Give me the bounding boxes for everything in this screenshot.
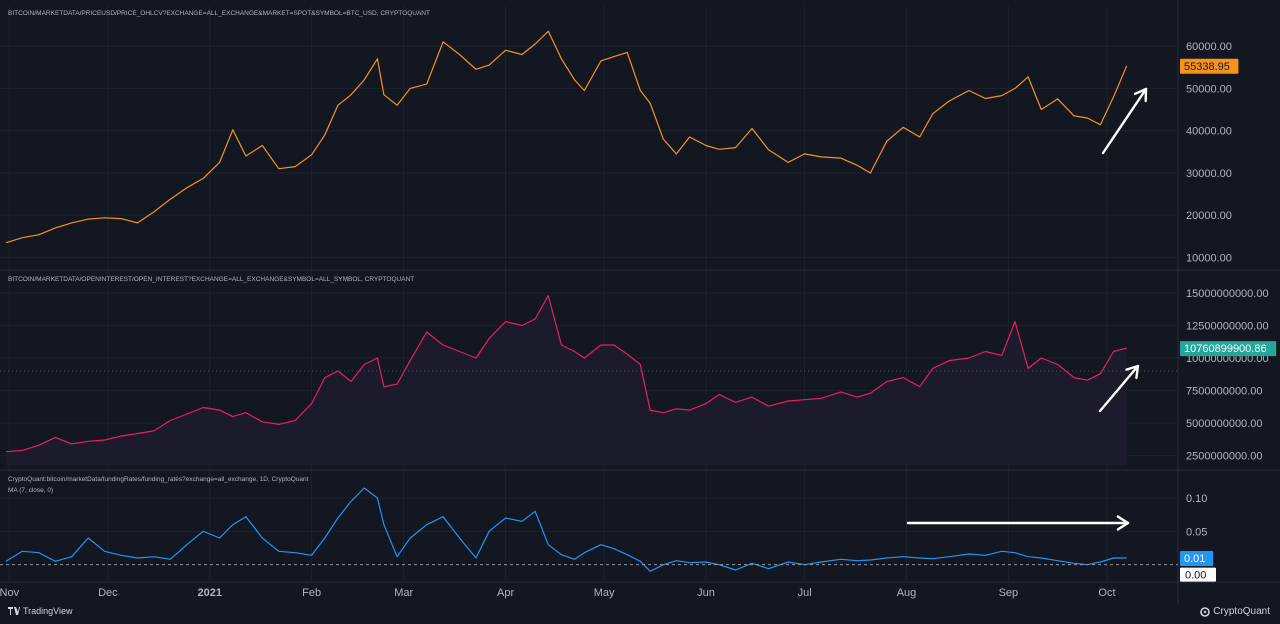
x-tick-may: May <box>594 587 615 599</box>
funding-zero-label: 0.00 <box>1185 570 1206 582</box>
pane-2-ytick-1: 0.05 <box>1186 526 1207 538</box>
pane-1-ytick-0: 15000000000.00 <box>1186 288 1269 300</box>
pane-1-ytick-3: 7500000000.00 <box>1186 386 1262 398</box>
pane-2: 0.10 0.05 CryptoQuant:bitcoin/marketData/f… <box>0 476 1216 582</box>
arrow-funding-flat <box>906 515 1130 531</box>
pane-1-ytick-5: 2500000000.00 <box>1186 451 1262 463</box>
arrow-price-up-shaft <box>1101 87 1148 155</box>
x-tick-mar: Mar <box>394 587 413 599</box>
pane-0-last-value-label: 55338.95 <box>1184 61 1230 73</box>
pane-0-title: BITCOIN/MARKETDATA/PRICEUSD/PRICE_OHLCV?… <box>8 10 430 17</box>
x-tick-jun: Jun <box>697 587 715 599</box>
x-tick-jul: Jul <box>798 587 812 599</box>
tradingview-logo[interactable]: TradingView <box>8 606 73 616</box>
x-tick-sep: Sep <box>999 587 1019 599</box>
pane-0-series-line <box>5 30 1128 244</box>
arrow-price-up <box>1101 87 1148 155</box>
pane-1-title: BITCOIN/MARKETDATA/OPENINTEREST/OPEN_INT… <box>8 276 414 283</box>
tradingview-icon <box>8 607 20 615</box>
x-tick-dec: Dec <box>98 587 118 599</box>
pane-1-last-value-label: 10760899900.86 <box>1184 343 1267 355</box>
tradingview-label: TradingView <box>23 606 73 616</box>
cryptoquant-label: CryptoQuant <box>1213 606 1270 617</box>
x-tick-2021: 2021 <box>198 587 222 599</box>
x-tick-feb: Feb <box>302 587 321 599</box>
x-tick-oct: Oct <box>1098 587 1115 599</box>
cryptoquant-logo[interactable]: CryptoQuant <box>1200 606 1270 617</box>
pane-0-ytick-4: 20000.00 <box>1186 210 1232 222</box>
pane-1-ytick-4: 5000000000.00 <box>1186 418 1262 430</box>
pane-2-title: CryptoQuant:bitcoin/marketData/fundingRa… <box>8 476 309 483</box>
x-tick-nov: Nov <box>0 587 20 599</box>
pane-2-ytick-0: 0.10 <box>1186 493 1207 505</box>
pane-0-ytick-1: 50000.00 <box>1186 83 1232 95</box>
pane-1-area-fill <box>6 295 1127 466</box>
x-tick-aug: Aug <box>897 587 917 599</box>
pane-2-subtitle: MA (7, close, 0) <box>8 487 53 494</box>
pane-2-last-value-label: 0.01 <box>1184 553 1205 565</box>
pane-0: 60000.00 50000.00 40000.00 30000.00 20000.00… <box>0 10 1239 265</box>
pane-0-ytick-3: 30000.00 <box>1186 168 1232 180</box>
pane-0-ytick-5: 10000.00 <box>1186 253 1232 265</box>
x-tick-apr: Apr <box>497 587 514 599</box>
pane-2-series-line <box>5 487 1127 572</box>
x-axis: Nov Dec 2021 Feb Mar Apr May Jun Jul Aug Sep Oct <box>0 587 1116 599</box>
pane-0-ytick-2: 40000.00 <box>1186 126 1232 138</box>
pane-0-ytick-0: 60000.00 <box>1186 41 1232 53</box>
cryptoquant-icon <box>1200 606 1211 617</box>
chart-canvas: 60000.00 50000.00 40000.00 30000.00 20000.00… <box>0 0 1280 604</box>
pane-1: 15000000000.0012500000000.0010000000000.… <box>0 276 1277 466</box>
pane-1-ytick-1: 12500000000.00 <box>1186 321 1269 333</box>
